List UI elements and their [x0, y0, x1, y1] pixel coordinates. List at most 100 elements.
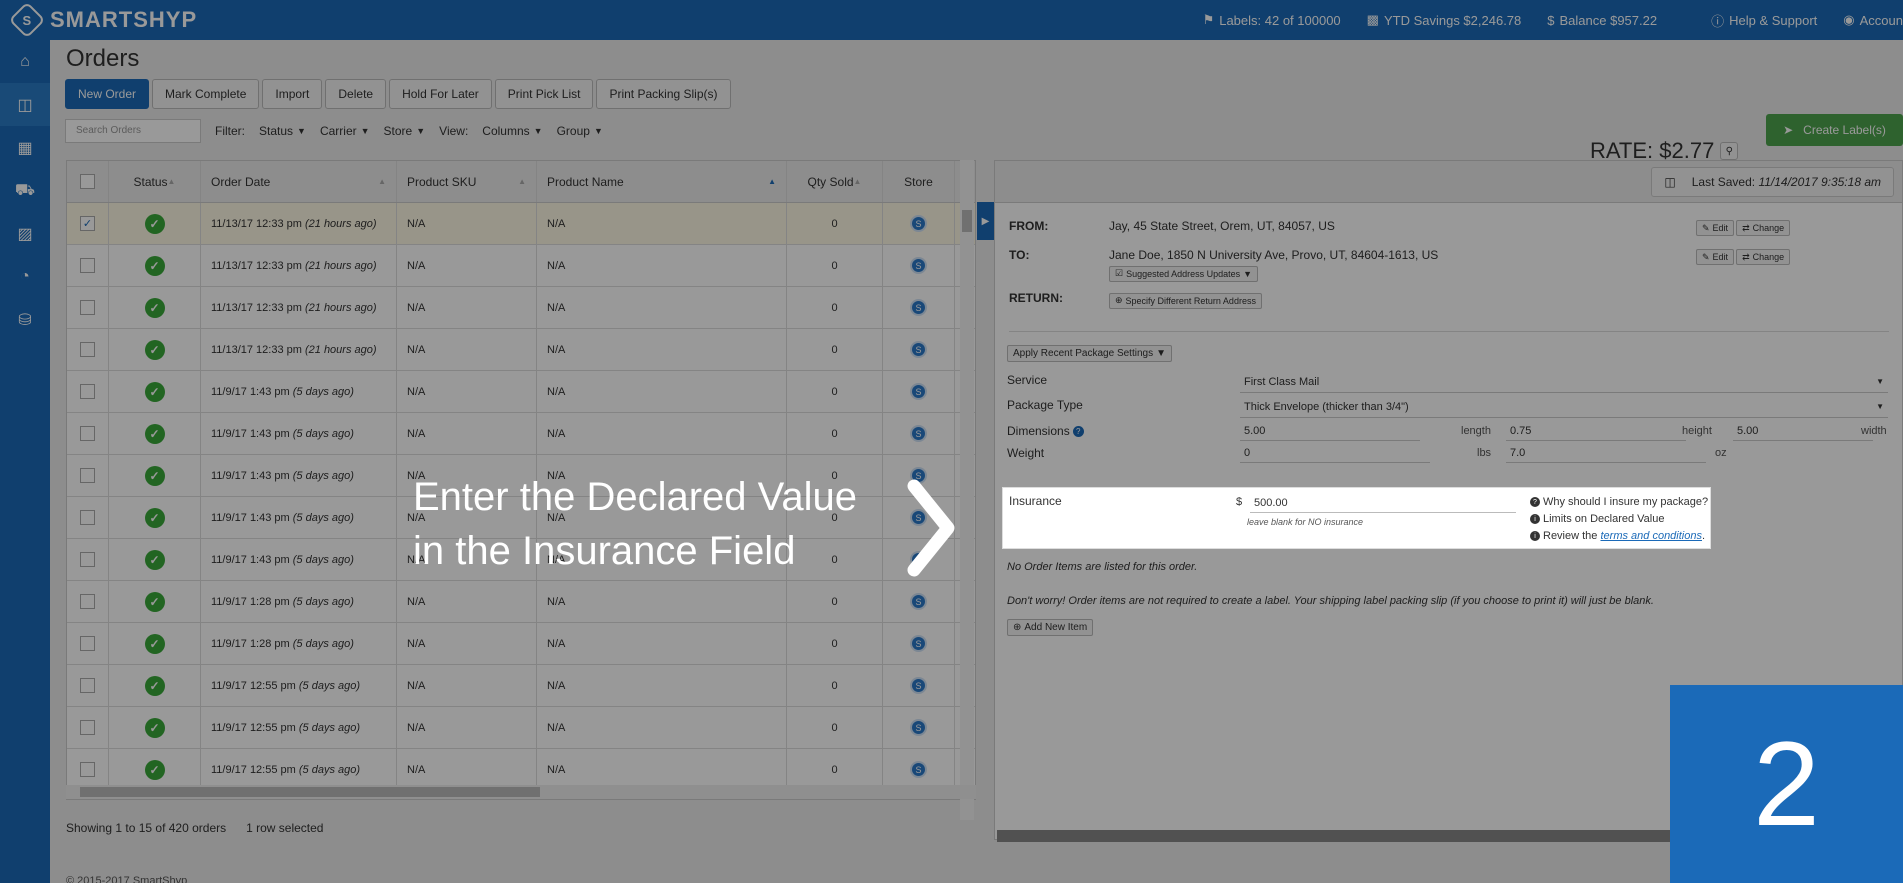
carrier-filter[interactable]: Carrier ▼: [320, 124, 370, 138]
weight-lbs-input[interactable]: 0: [1240, 443, 1430, 463]
store-filter[interactable]: Store ▼: [384, 124, 426, 138]
row-checkbox[interactable]: [80, 720, 95, 735]
help-support-link[interactable]: ⓘ Help & Support: [1711, 11, 1817, 30]
new-order-button[interactable]: New Order: [65, 79, 150, 109]
col-qty-sold[interactable]: Qty Sold ▲: [787, 161, 883, 202]
store-logo-icon[interactable]: S: [910, 257, 927, 274]
check-circle-icon: ✓: [144, 297, 165, 318]
edit-from-button[interactable]: ✎ Edit: [1696, 220, 1735, 236]
table-row[interactable]: ✓ 11/13/17 12:33 pm (21 hours ago) N/A N/A 0…: [67, 329, 975, 371]
row-checkbox[interactable]: [80, 594, 95, 609]
store-logo-icon[interactable]: S: [910, 383, 927, 400]
table-row[interactable]: ✓ 11/13/17 12:33 pm (21 hours ago) N/A N/A 0…: [67, 245, 975, 287]
scroll-thumb[interactable]: [962, 210, 972, 232]
table-row[interactable]: ✓ 11/9/17 12:55 pm (5 days ago) N/A N/A 0 S: [67, 707, 975, 749]
table-row[interactable]: ✓ 11/9/17 12:55 pm (5 days ago) N/A N/A 0 S: [67, 665, 975, 707]
pie-chart-icon[interactable]: ◔: [0, 255, 50, 298]
row-checkbox[interactable]: [80, 468, 95, 483]
store-logo-icon[interactable]: S: [910, 719, 927, 736]
add-new-item-button[interactable]: ⊕ Add New Item: [1007, 619, 1094, 636]
return-address-button[interactable]: ⊕ Specify Different Return Address: [1109, 292, 1262, 309]
table-row[interactable]: ✓ 11/9/17 1:28 pm (5 days ago) N/A N/A 0 S: [67, 623, 975, 665]
check-circle-icon: ✓: [144, 759, 165, 780]
table-vertical-scrollbar[interactable]: [960, 160, 974, 820]
search-input[interactable]: Search Orders: [65, 119, 201, 143]
print-pick-list-button[interactable]: Print Pick List: [494, 79, 594, 109]
row-checkbox[interactable]: [80, 384, 95, 399]
row-checkbox[interactable]: [80, 636, 95, 651]
store-logo-icon[interactable]: S: [910, 635, 927, 652]
store-logo-icon[interactable]: S: [910, 299, 927, 316]
save-icon[interactable]: ◫: [1664, 175, 1675, 189]
scroll-thumb[interactable]: [80, 787, 540, 797]
hold-for-later-button[interactable]: Hold For Later: [389, 79, 492, 109]
terms-link[interactable]: terms and conditions: [1600, 530, 1702, 542]
service-select[interactable]: First Class Mail ▼: [1240, 371, 1888, 393]
store-logo-icon[interactable]: S: [910, 425, 927, 442]
contacts-icon[interactable]: ▨: [0, 212, 50, 255]
mark-complete-button[interactable]: Mark Complete: [152, 79, 260, 109]
table-row[interactable]: ✓ 11/9/17 1:28 pm (5 days ago) N/A N/A 0 S: [67, 581, 975, 623]
cart-icon[interactable]: ⛁: [0, 298, 50, 341]
edit-to-button[interactable]: ✎ Edit: [1696, 249, 1735, 265]
store-logo-icon[interactable]: S: [910, 761, 927, 778]
home-icon[interactable]: ⌂: [0, 40, 50, 83]
row-checkbox[interactable]: [80, 342, 95, 357]
row-checkbox[interactable]: [80, 300, 95, 315]
col-store[interactable]: Store: [883, 161, 955, 202]
delete-button[interactable]: Delete: [325, 79, 387, 109]
store-logo-icon[interactable]: S: [910, 677, 927, 694]
account-link[interactable]: ◉ Accoun: [1843, 12, 1903, 28]
recent-package-settings-button[interactable]: Apply Recent Package Settings ▼: [1007, 345, 1172, 362]
insurance-input[interactable]: 500.00: [1250, 493, 1516, 513]
why-insure-link[interactable]: ? Why should I insure my package?: [1530, 494, 1708, 511]
change-from-button[interactable]: ⇄ Change: [1736, 220, 1791, 236]
col-product-sku[interactable]: Product SKU ▲: [397, 161, 537, 202]
basket-icon[interactable]: ◫: [0, 83, 50, 126]
store-logo-icon[interactable]: S: [910, 593, 927, 610]
print-packing-slips-button[interactable]: Print Packing Slip(s): [596, 79, 731, 109]
col-order-date[interactable]: Order Date ▲: [201, 161, 397, 202]
calendar-icon[interactable]: ▦: [0, 126, 50, 169]
logo[interactable]: S SMARTSHYP: [8, 1, 197, 39]
package-type-select[interactable]: Thick Envelope (thicker than 3/4") ▼: [1240, 396, 1888, 418]
collapse-panel-arrow-icon[interactable]: ▶: [977, 202, 994, 240]
status-filter[interactable]: Status ▼: [259, 124, 306, 138]
suggested-address-button[interactable]: ☑ Suggested Address Updates ▼: [1109, 265, 1259, 282]
change-to-button[interactable]: ⇄ Change: [1736, 249, 1791, 265]
rate-details-button[interactable]: ⚲: [1720, 142, 1739, 160]
row-checkbox[interactable]: [80, 510, 95, 525]
row-checkbox[interactable]: ✓: [80, 216, 95, 231]
order-date-cell: 11/9/17 1:43 pm (5 days ago): [201, 371, 397, 412]
ytd-savings[interactable]: ▩ YTD Savings $2,246.78: [1367, 12, 1522, 28]
row-checkbox[interactable]: [80, 552, 95, 567]
table-row[interactable]: ✓ 11/9/17 1:43 pm (5 days ago) N/A N/A 0 S: [67, 371, 975, 413]
row-checkbox[interactable]: [80, 762, 95, 777]
import-button[interactable]: Import: [262, 79, 323, 109]
store-logo-icon[interactable]: S: [910, 215, 927, 232]
labels-count[interactable]: ⚑ Labels: 42 of 100000: [1203, 12, 1341, 28]
table-row[interactable]: ✓ 11/9/17 1:43 pm (5 days ago) N/A N/A 0 S: [67, 413, 975, 455]
row-checkbox[interactable]: [80, 678, 95, 693]
limits-link[interactable]: i Limits on Declared Value: [1530, 511, 1708, 528]
question-icon[interactable]: ?: [1072, 426, 1084, 438]
col-product-name[interactable]: Product Name ▲: [537, 161, 787, 202]
select-all-checkbox[interactable]: [80, 174, 95, 189]
length-input[interactable]: 5.00: [1240, 421, 1420, 441]
table-row[interactable]: ✓ 11/13/17 12:33 pm (21 hours ago) N/A N/A 0…: [67, 287, 975, 329]
table-row[interactable]: ✓ ✓ 11/13/17 12:33 pm (21 hours ago) N/A N/A…: [67, 203, 975, 245]
row-checkbox[interactable]: [80, 258, 95, 273]
store-logo-icon[interactable]: S: [910, 341, 927, 358]
table-horizontal-scrollbar[interactable]: [66, 785, 976, 799]
status-cell: ✓: [109, 455, 201, 496]
height-input[interactable]: 0.75: [1506, 421, 1686, 441]
row-checkbox[interactable]: [80, 426, 95, 441]
columns-menu[interactable]: Columns ▼: [482, 124, 542, 138]
weight-oz-input[interactable]: 7.0: [1506, 443, 1706, 463]
col-status[interactable]: Status ▲: [109, 161, 201, 202]
truck-icon[interactable]: ⛟: [0, 169, 50, 212]
width-input[interactable]: 5.00: [1733, 421, 1873, 441]
balance[interactable]: $ Balance $957.22: [1547, 13, 1657, 28]
group-menu[interactable]: Group ▼: [557, 124, 603, 138]
create-labels-button[interactable]: ➤ Create Label(s): [1766, 114, 1903, 146]
